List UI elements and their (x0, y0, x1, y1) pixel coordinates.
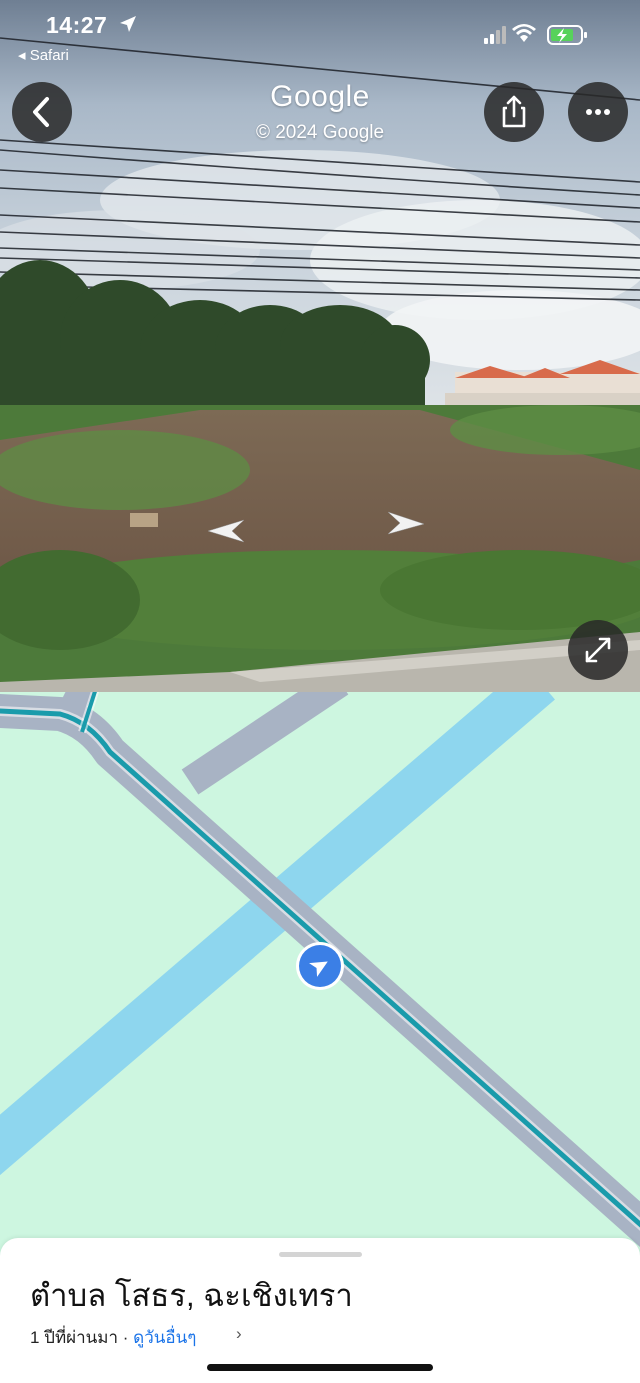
chevron-right-icon[interactable]: › (236, 1324, 242, 1344)
place-subtitle: 1 ปีที่ผ่านมา · ดูวันอื่นๆ (30, 1324, 196, 1351)
mini-map[interactable] (0, 692, 640, 1252)
street-view-panorama[interactable]: 14:27 ◂ Safari Google © 2024 Google (0, 0, 640, 692)
share-button[interactable] (484, 82, 544, 142)
place-info-sheet[interactable]: ตำบล โสธร, ฉะเชิงเทรา 1 ปีที่ผ่านมา · ดู… (0, 1238, 640, 1383)
wifi-icon (512, 24, 536, 42)
current-location-icon[interactable] (294, 940, 346, 992)
more-options-button[interactable] (568, 82, 628, 142)
place-title: ตำบล โสธร, ฉะเชิงเทรา (30, 1278, 353, 1313)
move-left-arrow-icon[interactable] (206, 518, 248, 544)
status-bar: 14:27 ◂ Safari (0, 0, 640, 64)
location-services-icon (120, 16, 136, 32)
home-indicator[interactable] (207, 1364, 433, 1371)
back-to-safari-link[interactable]: ◂ Safari (18, 46, 69, 64)
battery-icon (547, 25, 587, 45)
see-other-dates-link[interactable]: ดูวันอื่นๆ (133, 1328, 196, 1347)
expand-icon (585, 637, 611, 663)
copyright-text: © 2024 Google (255, 122, 385, 143)
google-logo: Google (270, 80, 370, 113)
move-right-arrow-icon[interactable] (384, 510, 426, 536)
capture-date: 1 ปีที่ผ่านมา · (30, 1328, 134, 1347)
share-icon (502, 95, 526, 128)
status-icons (484, 24, 587, 45)
more-icon (586, 109, 610, 115)
cellular-signal-icon (484, 26, 506, 44)
sheet-grabber[interactable] (279, 1252, 362, 1257)
status-time: 14:27 (46, 12, 108, 38)
expand-button[interactable] (568, 620, 628, 680)
